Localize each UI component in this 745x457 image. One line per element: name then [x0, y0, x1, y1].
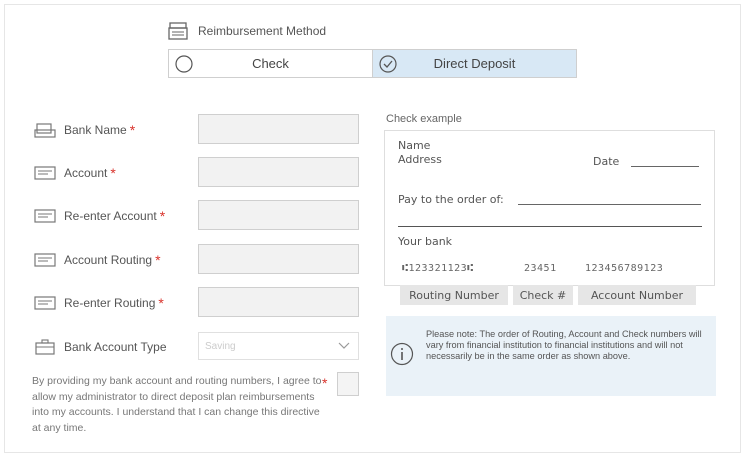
- info-icon: [390, 342, 414, 366]
- consent-checkbox[interactable]: [337, 372, 359, 396]
- account-number-caption: Account Number: [578, 285, 696, 305]
- check-example-title: Check example: [386, 113, 462, 125]
- check-pay-to: Pay to the order of:: [398, 193, 504, 206]
- bank-account-type-label: Bank Account Type: [64, 340, 167, 354]
- option-direct-deposit[interactable]: Direct Deposit: [372, 50, 576, 77]
- check-address: Address: [398, 153, 442, 166]
- required-marker: *: [110, 165, 116, 181]
- account-row: Account *: [34, 158, 116, 188]
- option-direct-deposit-label: Direct Deposit: [433, 56, 516, 71]
- check-name: Name: [398, 139, 431, 152]
- chevron-down-icon: [338, 342, 350, 349]
- bank-icon: [34, 123, 56, 138]
- reimbursement-method-toggle: Check Direct Deposit: [168, 49, 577, 78]
- consent-text: By providing my bank account and routing…: [32, 375, 322, 434]
- option-check[interactable]: Check: [169, 50, 372, 77]
- card-icon: [34, 209, 56, 223]
- date-line: [631, 166, 699, 167]
- check-number-caption: Check #: [513, 285, 573, 305]
- bank-account-type-value: Saving: [205, 340, 236, 352]
- reenter-routing-label: Re-enter Routing: [64, 296, 156, 310]
- checkmark-circle-icon: [379, 54, 397, 73]
- bank-name-label: Bank Name: [64, 123, 127, 137]
- reenter-account-label: Re-enter Account: [64, 209, 157, 223]
- reenter-account-row: Re-enter Account *: [34, 201, 165, 231]
- account-routing-label: Account Routing: [64, 253, 153, 267]
- reenter-routing-row: Re-enter Routing *: [34, 288, 164, 318]
- micr-check: 23451: [524, 263, 557, 274]
- account-routing-input[interactable]: [198, 244, 359, 274]
- account-routing-row: Account Routing *: [34, 245, 161, 275]
- card-icon: [34, 166, 56, 180]
- micr-account: 123456789123: [585, 263, 664, 274]
- note-text: Please note: The order of Routing, Accou…: [426, 329, 702, 361]
- bank-name-row: Bank Name *: [34, 115, 135, 145]
- account-label: Account: [64, 166, 108, 180]
- bank-account-type-select[interactable]: Saving: [198, 332, 359, 360]
- check-example-image: Name Address Date Pay to the order of: Y…: [384, 130, 715, 305]
- required-marker: *: [158, 295, 164, 311]
- required-marker: *: [322, 375, 328, 391]
- card-icon: [34, 296, 56, 310]
- amount-line: [398, 226, 702, 227]
- pay-to-line: [518, 204, 701, 205]
- bank-name-input[interactable]: [198, 114, 359, 144]
- register-icon: [168, 22, 188, 40]
- option-check-label: Check: [252, 56, 289, 71]
- briefcase-icon: [35, 339, 55, 355]
- routing-number-caption: Routing Number: [400, 285, 508, 305]
- micr-routing: ⑆123321123⑆: [402, 263, 474, 274]
- note-panel: Please note: The order of Routing, Accou…: [386, 316, 716, 396]
- required-marker: *: [159, 208, 166, 224]
- account-input[interactable]: [198, 157, 359, 187]
- card-icon: [34, 253, 56, 267]
- bank-account-type-row: Bank Account Type: [34, 332, 167, 362]
- required-marker: *: [155, 252, 161, 268]
- reenter-account-input[interactable]: [198, 200, 359, 230]
- reenter-routing-input[interactable]: [198, 287, 359, 317]
- reimbursement-method-title: Reimbursement Method: [198, 24, 327, 38]
- radio-empty-icon: [175, 54, 193, 73]
- check-date: Date: [593, 155, 620, 168]
- reimbursement-method-heading: Reimbursement Method: [168, 22, 326, 40]
- check-bank: Your bank: [398, 235, 453, 248]
- required-marker: *: [129, 122, 136, 138]
